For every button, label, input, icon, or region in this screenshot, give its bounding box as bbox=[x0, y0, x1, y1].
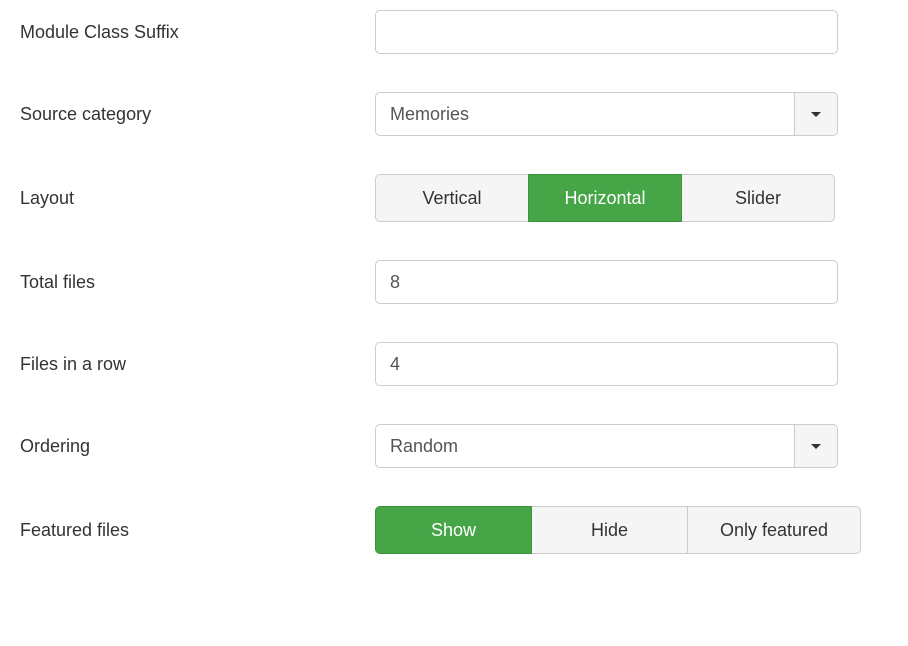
label-ordering: Ordering bbox=[20, 436, 375, 457]
layout-button-group: Vertical Horizontal Slider bbox=[375, 174, 835, 222]
ordering-select[interactable]: Random bbox=[375, 424, 838, 468]
row-files-in-row: Files in a row bbox=[20, 342, 908, 386]
label-files-in-row: Files in a row bbox=[20, 354, 375, 375]
row-total-files: Total files bbox=[20, 260, 908, 304]
layout-option-horizontal[interactable]: Horizontal bbox=[528, 174, 682, 222]
control-module-class-suffix bbox=[375, 10, 838, 54]
layout-option-slider[interactable]: Slider bbox=[681, 174, 835, 222]
source-category-select[interactable]: Memories bbox=[375, 92, 838, 136]
row-module-class-suffix: Module Class Suffix bbox=[20, 10, 908, 54]
layout-option-vertical[interactable]: Vertical bbox=[375, 174, 529, 222]
chevron-down-icon bbox=[811, 112, 821, 117]
module-class-suffix-input[interactable] bbox=[375, 10, 838, 54]
label-total-files: Total files bbox=[20, 272, 375, 293]
label-layout: Layout bbox=[20, 188, 375, 209]
chevron-down-icon bbox=[811, 444, 821, 449]
row-featured-files: Featured files Show Hide Only featured bbox=[20, 506, 908, 554]
row-source-category: Source category Memories bbox=[20, 92, 908, 136]
control-total-files bbox=[375, 260, 838, 304]
control-files-in-row bbox=[375, 342, 838, 386]
featured-files-button-group: Show Hide Only featured bbox=[375, 506, 861, 554]
label-module-class-suffix: Module Class Suffix bbox=[20, 22, 375, 43]
row-layout: Layout Vertical Horizontal Slider bbox=[20, 174, 908, 222]
label-featured-files: Featured files bbox=[20, 520, 375, 541]
source-category-toggle[interactable] bbox=[794, 92, 838, 136]
ordering-value: Random bbox=[375, 424, 794, 468]
control-featured-files: Show Hide Only featured bbox=[375, 506, 861, 554]
featured-option-hide[interactable]: Hide bbox=[531, 506, 688, 554]
total-files-input[interactable] bbox=[375, 260, 838, 304]
files-in-row-input[interactable] bbox=[375, 342, 838, 386]
control-layout: Vertical Horizontal Slider bbox=[375, 174, 835, 222]
control-ordering: Random bbox=[375, 424, 838, 468]
ordering-toggle[interactable] bbox=[794, 424, 838, 468]
control-source-category: Memories bbox=[375, 92, 838, 136]
featured-option-only[interactable]: Only featured bbox=[687, 506, 861, 554]
label-source-category: Source category bbox=[20, 104, 375, 125]
source-category-value: Memories bbox=[375, 92, 794, 136]
row-ordering: Ordering Random bbox=[20, 424, 908, 468]
featured-option-show[interactable]: Show bbox=[375, 506, 532, 554]
